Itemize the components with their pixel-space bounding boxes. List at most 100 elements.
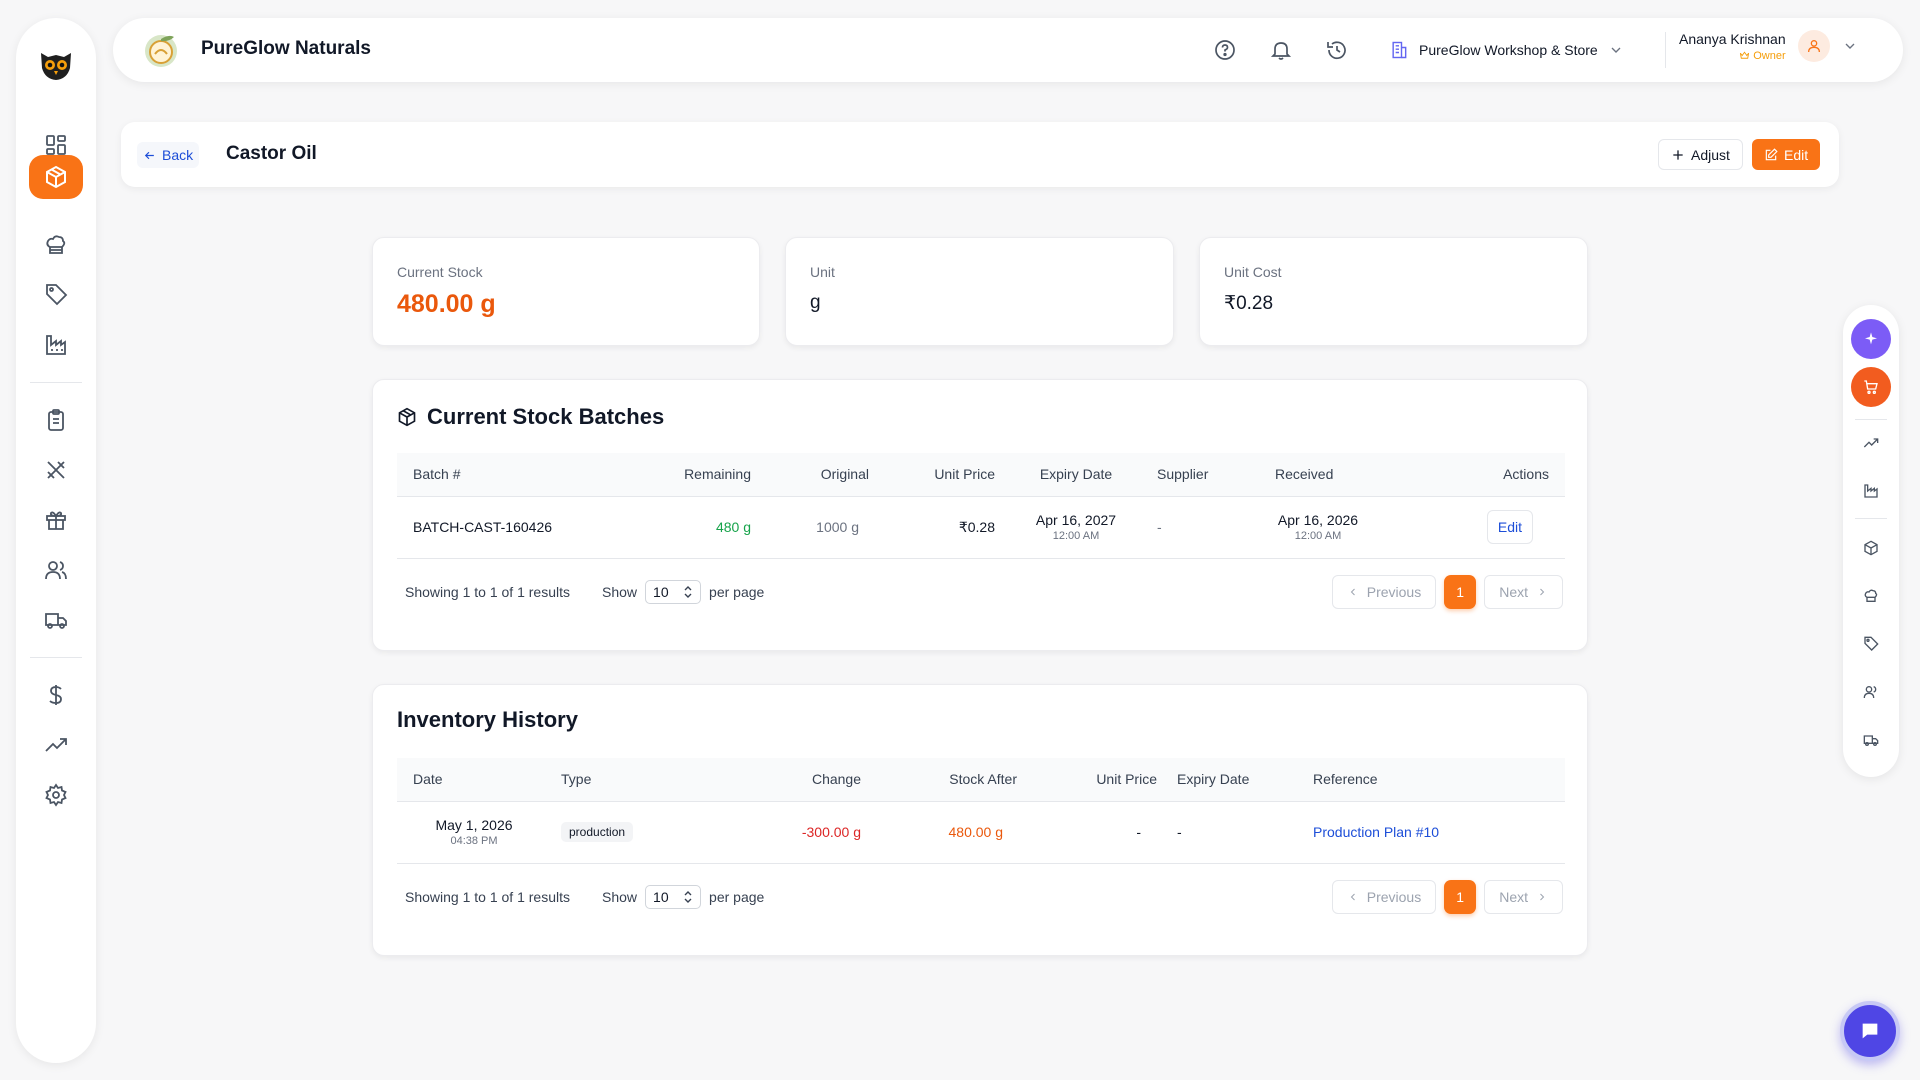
inventory-box-icon[interactable] <box>29 155 83 199</box>
unit-value: g <box>810 292 821 313</box>
chef-hat-icon[interactable] <box>36 225 76 265</box>
sidebar <box>16 18 96 1063</box>
page-1-button[interactable]: 1 <box>1444 880 1477 914</box>
batches-heading: Current Stock Batches <box>397 404 664 430</box>
batch-actions: Edit <box>1401 496 1565 559</box>
sparkles-icon[interactable] <box>1851 319 1891 359</box>
col-supplier: Supplier <box>1157 453 1275 497</box>
history-unit-price: - <box>1017 801 1157 864</box>
chevron-down-icon <box>1608 42 1624 58</box>
factory-icon[interactable] <box>36 325 76 365</box>
batch-original: 1000 g <box>751 496 869 559</box>
chevron-down-icon[interactable] <box>1842 38 1858 54</box>
chevron-left-icon <box>1347 891 1359 903</box>
truck-icon[interactable] <box>36 600 76 640</box>
history-stock-after: 480.00 g <box>861 801 1017 864</box>
batch-received: Apr 16, 2026 12:00 AM <box>1275 496 1401 559</box>
tools-icon[interactable] <box>36 450 76 490</box>
history-title: Inventory History <box>397 707 578 732</box>
previous-button[interactable]: Previous <box>1331 575 1437 609</box>
page-title: Castor Oil <box>226 143 317 164</box>
users-icon[interactable] <box>1860 681 1882 703</box>
batch-number: BATCH-CAST-160426 <box>397 496 637 559</box>
history-expiry-date: - <box>1157 801 1313 864</box>
plus-icon <box>1671 148 1685 162</box>
box-icon <box>397 407 417 427</box>
next-button[interactable]: Next <box>1484 575 1563 609</box>
chevron-updown-icon <box>683 891 693 903</box>
clipboard-icon[interactable] <box>36 400 76 440</box>
col-remaining: Remaining <box>637 453 751 497</box>
history-date: May 1, 2026 04:38 PM <box>397 801 561 864</box>
table-header-row: Batch # Remaining Original Unit Price Ex… <box>397 453 1565 497</box>
per-page-select[interactable]: 10 <box>645 580 702 604</box>
next-button[interactable]: Next <box>1484 880 1563 914</box>
inventory-history-card: Inventory History Date Type Change Stock… <box>372 684 1588 956</box>
back-button[interactable]: Back <box>137 142 200 168</box>
history-date-value: May 1, 2026 <box>435 817 513 833</box>
unit-cost-label: Unit Cost <box>1224 264 1282 280</box>
users-icon[interactable] <box>36 550 76 590</box>
unit-cost-value: ₹0.28 <box>1224 293 1274 314</box>
chef-hat-icon[interactable] <box>1860 585 1882 607</box>
per-page-select[interactable]: 10 <box>645 885 702 909</box>
col-batch: Batch # <box>397 453 637 497</box>
history-reference: Production Plan #10 <box>1313 801 1565 864</box>
previous-button[interactable]: Previous <box>1331 880 1437 914</box>
edit-button[interactable]: Edit <box>1752 139 1821 170</box>
gift-icon[interactable] <box>36 500 76 540</box>
workspace-selector[interactable]: PureGlow Workshop & Store <box>1389 36 1624 64</box>
settings-icon[interactable] <box>36 775 76 815</box>
logo-owl-icon[interactable] <box>34 42 78 86</box>
arrow-left-icon <box>143 149 156 162</box>
history-icon[interactable] <box>1325 38 1349 62</box>
batch-expiry: Apr 16, 2027 12:00 AM <box>995 496 1157 559</box>
unit-label: Unit <box>810 264 835 280</box>
trending-up-icon[interactable] <box>1860 432 1882 454</box>
stock-batches-card: Current Stock Batches Batch # Remaining … <box>372 379 1588 651</box>
user-name: Ananya Krishnan <box>1679 30 1786 47</box>
trending-up-icon[interactable] <box>36 725 76 765</box>
avatar[interactable] <box>1797 30 1830 62</box>
bell-icon[interactable] <box>1269 38 1293 62</box>
per-page-label: per page <box>709 889 765 905</box>
tag-icon[interactable] <box>36 275 76 315</box>
current-stock-value: 480.00 g <box>397 290 496 318</box>
table-header-row: Date Type Change Stock After Unit Price … <box>397 758 1565 802</box>
history-table: Date Type Change Stock After Unit Price … <box>397 758 1565 864</box>
cart-icon[interactable] <box>1851 367 1891 407</box>
user-menu[interactable]: Ananya Krishnan Owner <box>1679 30 1858 62</box>
col-stock-after: Stock After <box>861 758 1017 802</box>
adjust-button[interactable]: Adjust <box>1658 139 1743 170</box>
batch-supplier: - <box>1157 496 1275 559</box>
table-row: May 1, 2026 04:38 PM production -300.00 … <box>397 801 1565 864</box>
help-icon[interactable] <box>1213 38 1237 62</box>
batch-unit-price: ₹0.28 <box>869 496 995 559</box>
truck-icon[interactable] <box>1860 729 1882 751</box>
box-icon[interactable] <box>1860 537 1882 559</box>
col-date: Date <box>397 758 561 802</box>
pagination-summary: Showing 1 to 1 of 1 results <box>405 584 570 600</box>
chat-icon[interactable] <box>1840 1001 1900 1061</box>
tag-icon[interactable] <box>1860 633 1882 655</box>
history-type: production <box>561 801 691 864</box>
show-label: Show <box>602 889 638 905</box>
batches-title: Current Stock Batches <box>427 404 665 429</box>
factory-icon[interactable] <box>1860 480 1882 502</box>
col-original: Original <box>751 453 869 497</box>
batch-received-time: 12:00 AM <box>1294 530 1342 542</box>
batch-edit-button[interactable]: Edit <box>1486 510 1533 544</box>
type-badge: production <box>561 822 634 842</box>
col-expiry-date: Expiry Date <box>995 453 1157 497</box>
user-role-badge: Owner <box>1679 50 1786 62</box>
reference-link[interactable]: Production Plan #10 <box>1313 824 1439 840</box>
dollar-icon[interactable] <box>36 675 76 715</box>
per-page-label: per page <box>709 584 765 600</box>
batch-received-date: Apr 16, 2026 <box>1277 512 1359 528</box>
col-change: Change <box>691 758 861 802</box>
brand-logo-icon[interactable] <box>141 30 181 70</box>
col-unit-price: Unit Price <box>869 453 995 497</box>
workspace-name: PureGlow Workshop & Store <box>1419 42 1598 58</box>
batch-remaining: 480 g <box>637 496 751 559</box>
page-1-button[interactable]: 1 <box>1444 575 1477 609</box>
